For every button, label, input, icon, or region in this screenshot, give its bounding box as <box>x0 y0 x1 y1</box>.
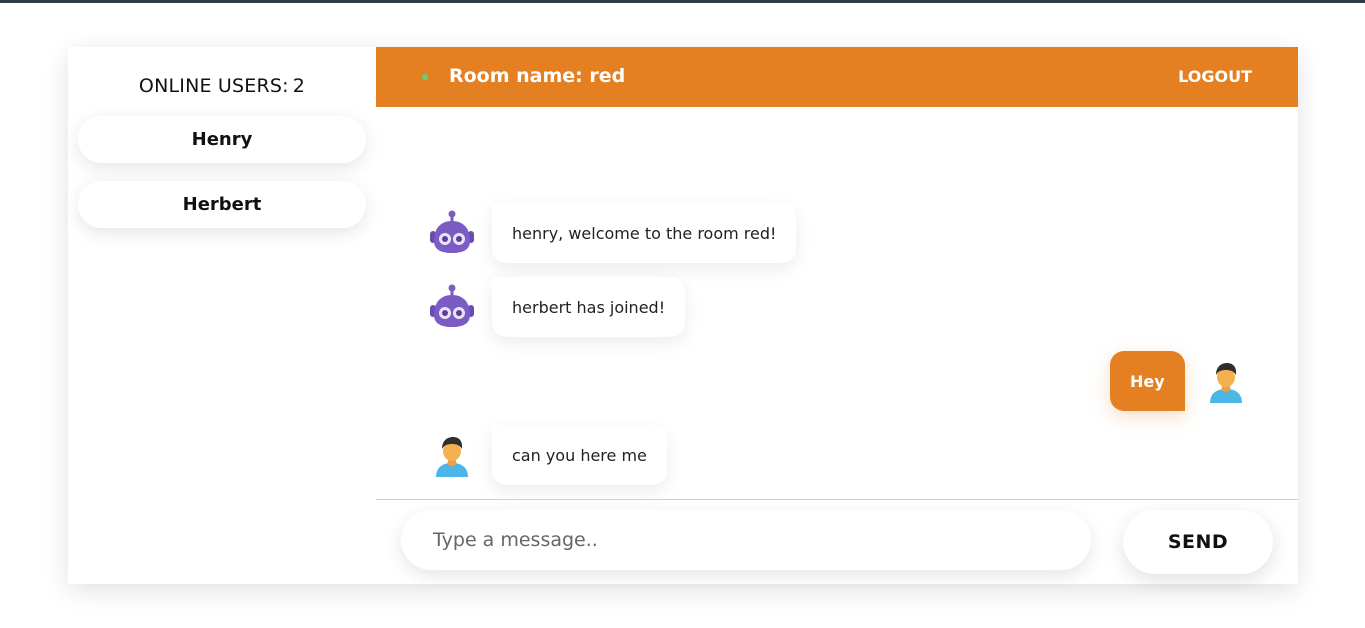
online-users-heading: ONLINE USERS: 2 <box>68 75 376 97</box>
user-name: Herbert <box>182 194 262 215</box>
message-bubble-own: Hey <box>1110 351 1185 411</box>
message-bubble: herbert has joined! <box>492 277 686 337</box>
robot-icon <box>428 209 476 257</box>
message-item: can you here me <box>428 425 667 485</box>
message-input[interactable] <box>431 528 1075 552</box>
message-item: henry, welcome to the room red! <box>428 203 797 263</box>
online-status-dot <box>422 74 428 80</box>
message-item: herbert has joined! <box>428 277 686 337</box>
send-button[interactable]: SEND <box>1123 510 1273 574</box>
message-input-wrapper <box>401 510 1091 570</box>
message-item-own: Hey <box>1110 351 1250 411</box>
sidebar: ONLINE USERS: 2 Henry Herbert <box>68 47 376 584</box>
robot-icon <box>428 283 476 331</box>
message-bubble: can you here me <box>492 425 667 485</box>
user-list-item[interactable]: Herbert <box>78 181 366 228</box>
user-icon <box>428 431 476 479</box>
chat-header: Room name: red LOGOUT <box>376 47 1298 107</box>
chat-main: Room name: red LOGOUT henry, welcome to … <box>376 47 1298 584</box>
message-list[interactable]: henry, welcome to the room red! herbert … <box>376 107 1298 499</box>
chat-app: ONLINE USERS: 2 Henry Herbert Room name: … <box>68 47 1298 584</box>
top-border <box>0 0 1365 3</box>
user-icon <box>1202 357 1250 405</box>
user-list-item[interactable]: Henry <box>78 116 366 163</box>
logout-button[interactable]: LOGOUT <box>1178 67 1252 86</box>
user-name: Henry <box>191 129 253 150</box>
room-name: Room name: red <box>449 65 626 87</box>
composer-divider <box>376 499 1298 500</box>
message-bubble: henry, welcome to the room red! <box>492 203 797 263</box>
online-users-label: ONLINE USERS: <box>138 75 289 97</box>
online-users-count: 2 <box>292 75 306 97</box>
